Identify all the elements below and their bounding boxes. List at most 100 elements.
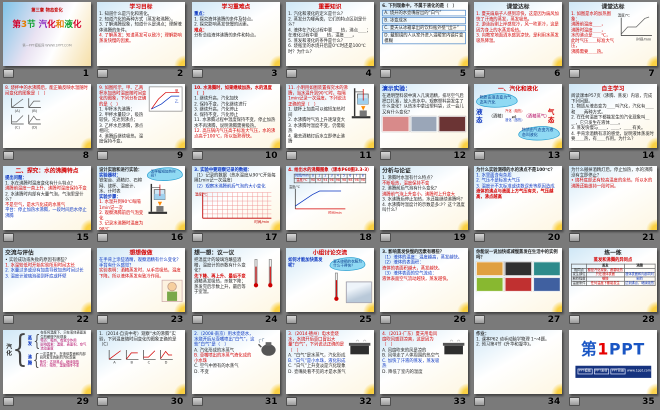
slide-thumbnail[interactable]: 自主学习 阅读课本P57页（沸腾、蒸发）内容，完成下列问题。 1. 物质从液态变为＿…: [568, 84, 657, 148]
slide-thumbnail[interactable]: 你能说一说加快或减慢蒸发在生活中的实例吗？: [474, 248, 563, 312]
slide-text-line: 为什么撤掉酒精灯后，停止加热，水的沸腾没有立即停止？: [570, 167, 653, 178]
slide-thumbnail[interactable]: 想想做做 在手背上涂些酒精，观察酒精有什么变化？手背有什么感觉？ 实验表明：酒精蒸发…: [97, 248, 186, 312]
slide-cell[interactable]: 4. 绘出水的沸腾图象（课本P60图3.3-3） 时间/min 0 1 2 3 4 5 6 7 8 温…: [283, 164, 377, 246]
slide-cell[interactable]: 1.（2014·自贡中考）观察“水的沸腾”实验，下列温度随时间变化的图象正确的是…: [94, 328, 188, 410]
slide-figure-column: [256, 331, 277, 374]
slide-content: 分析与论证 1. 沸腾时水温有什么特点？ 不断吸热，温度保持不变 2. 沸腾前后气泡有…: [380, 166, 468, 230]
slide-thumbnail[interactable]: 3.（2014·德州）电水壶烧水，水烧开后壶口冒出大量“白气”，下列说法正确的是…: [285, 330, 374, 394]
slide-thumbnail[interactable]: 练一练 蒸发和沸腾的异同点 蒸发 沸腾 相同点 都是汽化现象，都要吸热 发生部位 只在液体表面…: [568, 248, 657, 312]
slide-cell[interactable]: 9. 如图所示，甲、乙两杯水加热时温度随时间变化的图象，下列分析正确的是（ ） 1…: [94, 82, 188, 164]
slide-cell[interactable]: 练一练 蒸发和沸腾的异同点 蒸发 沸腾 相同点 都是汽化现象，都要吸热 发生部位 只在液体表面…: [566, 246, 660, 328]
slide-thumbnail[interactable]: 第三章 物态变化 第3节 汽化和液化 第一PPT模板网 WWW.1PPT.COM: [3, 2, 91, 66]
slide-cell[interactable]: 学习目标 1. 知道什么是汽化和液化。 2. 知道汽化的两种方式（蒸发和沸腾）。 3.…: [94, 0, 188, 82]
slide-thumbnail[interactable]: 11. 小明用如图装置探究水的沸腾，当水温升到90℃时，每隔1min记录一次温度…: [285, 84, 374, 148]
slide-thumbnail[interactable]: 二、探究：水的沸腾特点 提出问题： 1. 水在沸腾时温度变化有什么特点？ 沸腾前温度一…: [3, 166, 91, 230]
slide-thumbnail[interactable]: 课堂达标 1. 夏天扇扇子人感到凉快，这是因为扇风加快了汗液的蒸发，蒸发吸热。 2.…: [474, 2, 563, 66]
slide-cell[interactable]: 3. 影响蒸发快慢的因素有哪些？ （1）液体的温度：温度越高，蒸发越快。 （2）液体…: [377, 246, 471, 328]
slide-cell[interactable]: 课堂达标 1. 夏天扇扇子人感到凉快，这是因为扇风加快了汗液的蒸发，蒸发吸热。 2.…: [471, 0, 565, 82]
slide-text-line: 液体表面空气流动越快，蒸发越快。: [382, 276, 451, 282]
slide-visual-quad: (A) (B) (C) (D): [5, 97, 48, 130]
slide-cell[interactable]: 你能说一说加快或减慢蒸发在生活中的实例吗？ 27: [471, 246, 565, 328]
slide-text-line: 1.（2014·自贡中考）观察“水的沸腾”实验，下列温度随时间变化的图象正确的是…: [99, 331, 177, 348]
slide-text-line: 4. 沸腾后继续吸热，温度保持不变。: [99, 133, 144, 145]
slide-caption-strip: 29: [3, 395, 91, 408]
slide-text-line: 9. 如图所示，甲、乙两杯水加热时温度随时间变化的图象，下列分析正确的是（ ）: [99, 85, 147, 107]
slide-thumbnail[interactable]: 第1PPT PPT模板 PPT素材 PPT背景 www.1ppt.com: [568, 330, 657, 394]
slide-thumbnail[interactable]: 8. 烧杯中的水沸腾后，能正确反映水温随时间变化的图象是（ ） (A) (B) (C)…: [3, 84, 91, 148]
slide-cell[interactable]: 10. 水沸腾时，如果继续加热，水的温度（ ） 1. 继续升高，汽化加快 2. 保持…: [189, 82, 283, 164]
slide-cell[interactable]: 重要知识 1. 汽化和液化的定义是什么？ 2. 蒸发分为哪两类，它们的特点区别是什么…: [283, 0, 377, 82]
slide-cell[interactable]: 第1PPT PPT模板 PPT素材 PPT背景 www.1ppt.com 35: [566, 328, 660, 410]
slide-cell[interactable]: 分析与论证 1. 沸腾时水温有什么特点？ 不断吸热，温度保持不变 2. 沸腾前后气泡有…: [377, 164, 471, 246]
photo-placeholder: [505, 277, 533, 292]
slide-thumbnail[interactable]: 为什么实验测得的水的沸点不是100℃？ 1. 水里面含有杂质 2. 气压不是标准大气…: [474, 166, 563, 230]
concept-group-items: 在任何温度下、只在液体表面发生的缓慢汽化现象 特点：吸热，有致冷作用 影响因素：温度…: [40, 331, 88, 351]
slide-cell[interactable]: 二、探究：水的沸腾特点 提出问题： 1. 水在沸腾时温度变化有什么特点？ 沸腾前温度一…: [0, 164, 94, 246]
slide-cell[interactable]: 课堂达标 1. 如图是水的加热图象： 沸腾前温度＿＿， 沸腾时温度＿＿， 水的沸点是＿＿…: [566, 0, 660, 82]
slide-text-column: 如何才能加快蒸发呢？: [288, 257, 328, 302]
slide-cell[interactable]: 想一想：议一议 把温度计的玻璃泡蘸些酒精，温度计的示数有什么变化？ 先下降、再上升、…: [189, 246, 283, 328]
slide-thumbnail[interactable]: 3. 实验中要观察记录的数据： （1）记录的数据（热水温度从90℃开始每隔1min…: [191, 166, 280, 230]
slide-thumbnail[interactable]: 作业： 1. 课本P62 动手动脑学物理 1～4题。 2. 预习第4节《升华和凝华》…: [474, 330, 563, 394]
slide-thumbnail[interactable]: 汽化{蒸发{在任何温度下、只在液体表面发生的缓慢汽化现象 特点：吸热，有致冷作用影…: [3, 330, 91, 394]
slide-thumbnail[interactable]: 小组讨论交流 如何才能加快蒸发呢？ 夏天晾晒的衣服为什么干得快？: [285, 248, 374, 312]
slide-thumbnail[interactable]: 想一想：议一议 把温度计的玻璃泡蘸些酒精，温度计的示数有什么变化？ 先下降、再上升、…: [191, 248, 280, 312]
slide-thumbnail[interactable]: 一、汽化和液化 物质由液态变为气态叫汽化 液态 （酒精） 汽化（吸热） ⇌ 液化（放热） （酒…: [474, 84, 563, 148]
slide-thumbnail[interactable]: 课堂达标 1. 如图是水的加热图象： 沸腾前温度＿＿， 沸腾时温度＿＿， 水的沸点是＿＿…: [568, 2, 657, 66]
slide-cell[interactable]: 交流与评估 • 实验成功或失败的原因有哪些？ 1. 水温较低时开始实验所用时间太长 2…: [0, 246, 94, 328]
slide-cell[interactable]: 3. 实验中要观察记录的数据： （1）记录的数据（热水温度从90℃开始每隔1min…: [189, 164, 283, 246]
slide-visual-kettle: [256, 336, 277, 357]
slide-cell[interactable]: 为什么撤掉酒精灯后，停止加热，水的沸腾没有立即停止？ • 烧杯底部还有较高温度的余…: [566, 164, 660, 246]
slide-cell[interactable]: 想想做做 在手背上涂些酒精，观察酒精有什么变化？手背有什么感觉？ 实验表明：酒精蒸发…: [94, 246, 188, 328]
slide-text-line: 4.（2013·广东）夏天用电风扇吹风感到凉爽，这是因为（ ）: [382, 331, 438, 348]
slide-text-line: 4. 水沸腾时温度计的示数是多少？这个温度叫什么？: [382, 202, 465, 213]
slide-thumbnail[interactable]: 1.（2014·自贡中考）观察“水的沸腾”实验，下列温度随时间变化的图象正确的是…: [97, 330, 186, 394]
slide-text-line: 6. 烧瓶里的水烧开后是0℃时还是100℃时？为什么？: [287, 43, 366, 54]
slide-thumbnail[interactable]: 4. 绘出水的沸腾图象（课本P60图3.3-3） 时间/min 0 1 2 3 4 5 6 7 8 温…: [285, 166, 374, 230]
slide-cell[interactable]: 8. 烧杯中的水沸腾后，能正确反映水温随时间变化的图象是（ ） (A) (B) (C)…: [0, 82, 94, 164]
slide-cell[interactable]: 2.（2008·南京）用水壶烧水，水烧开后从壶嘴喷出“白气”，这些“白气”是（ …: [189, 328, 283, 410]
slide-thumbnail[interactable]: 为什么撤掉酒精灯后，停止加热，水的沸腾没有立即停止？ • 烧杯底部还有较高温度的余…: [568, 166, 657, 230]
slide-thumbnail[interactable]: 演示实验： 在透明塑料袋中滴入几滴酒精，排尽空气后把口扎紧，放入热水中。观察塑料袋…: [380, 84, 469, 148]
slide-cell[interactable]: 自主学习 阅读课本P57页（沸腾、蒸发）内容，完成下列问题。 1. 物质从液态变为＿…: [566, 82, 660, 164]
slide-title: 一、汽化和液化: [498, 85, 539, 92]
slide-thumbnail[interactable]: 10. 水沸腾时，如果继续加热，水的温度（ ） 1. 继续升高，汽化加快 2. 保持…: [191, 84, 280, 148]
slide-cell[interactable]: 演示实验： 在透明塑料袋中滴入几滴酒精，排尽空气后把口扎紧，放入热水中。观察塑料袋…: [377, 82, 471, 164]
slide-content: 第三章 物态变化 第3节 汽化和液化 第一PPT模板网 WWW.1PPT.COM: [3, 2, 91, 66]
slide-thumbnail[interactable]: 交流与评估 • 实验成功或失败的原因有哪些？ 1. 水温较低时开始实验所用时间太长 2…: [3, 248, 91, 312]
slide-figure-column: 夏天晾晒的衣服为什么干得快？: [329, 257, 372, 303]
slide-cell[interactable]: 设计实验和进行实验： 实验器材： 铁架台、酒精灯、石棉网、烧杯、温度计、水、计时表实…: [94, 164, 188, 246]
slide-content: 8. 烧杯中的水沸腾后，能正确反映水温随时间变化的图象是（ ） (A) (B) (C)…: [3, 84, 91, 148]
slide-cell[interactable]: 3.（2014·德州）电水壶烧水，水烧开后壶口冒出大量“白气”，下列说法正确的是…: [283, 328, 377, 410]
svg-text:时间/min: 时间/min: [636, 37, 651, 41]
slide-number: 3: [271, 68, 278, 79]
slide-content: 设计实验和进行实验： 实验器材： 铁架台、酒精灯、石棉网、烧杯、温度计、水、计时表实…: [97, 166, 185, 230]
slide-content: 11. 小明用如图装置探究水的沸腾，当水温升到90℃时，每隔1min记录一次温度…: [286, 84, 374, 148]
slide-cell[interactable]: 第三章 物态变化 第3节 汽化和液化 第一PPT模板网 WWW.1PPT.COM 1: [0, 0, 94, 82]
slide-cell[interactable]: 一、汽化和液化 物质由液态变为气态叫汽化 液态 （酒精） 汽化（吸热） ⇌ 液化（放热） （酒…: [471, 82, 565, 164]
slide-content: 学习重难点 重点： 1. 探究液体沸腾的条件及特点。 2. 探究影响蒸发快慢的因素。难…: [192, 2, 280, 66]
slide-text-line: 2. 在任何温度下都能发生的汽化现象叫＿＿，它只发生在液体＿＿。: [570, 114, 650, 126]
slide-cell[interactable]: 6. 下列现象中，不属于液化的是（ ） A. 烧开的水壶嘴冒出的“白气” B. 冰变…: [377, 0, 471, 82]
slide-cell[interactable]: 汽化{蒸发{在任何温度下、只在液体表面发生的缓慢汽化现象 特点：吸热，有致冷作用影…: [0, 328, 94, 410]
slide-thumbnail[interactable]: 学习目标 1. 知道什么是汽化和液化。 2. 知道汽化的两种方式（蒸发和沸腾）。 3.…: [97, 2, 186, 66]
slide-cell[interactable]: 4.（2013·广东）夏天用电风扇吹风感到凉爽，这是因为（ ） A. 风扇吹来的风…: [377, 328, 471, 410]
slide-cell[interactable]: 作业： 1. 课本P62 动手动脑学物理 1～4题。 2. 预习第4节《升华和凝华》…: [471, 328, 565, 410]
slide-thumbnail[interactable]: 9. 如图所示，甲、乙两杯水加热时温度随时间变化的图象，下列分析正确的是（ ） 1…: [97, 84, 186, 148]
slide-text-line: 2. 观察沸腾前后气泡变化: [99, 210, 144, 221]
slide-cell[interactable]: 为什么实验测得的水的沸点不是100℃？ 1. 水里面含有杂质 2. 气压不是标准大气…: [471, 164, 565, 246]
slide-thumbnail[interactable]: 学习重难点 重点： 1. 探究液体沸腾的条件及特点。 2. 探究影响蒸发快慢的因素。难…: [191, 2, 280, 66]
slide-content: 一、汽化和液化 物质由液态变为气态叫汽化 液态 （酒精） 汽化（吸热） ⇌ 液化（放热） （酒…: [474, 84, 562, 148]
slide-cell[interactable]: 小组讨论交流 如何才能加快蒸发呢？ 夏天晾晒的衣服为什么干得快？ 25: [283, 246, 377, 328]
slide-cell[interactable]: 11. 小明用如图装置探究水的沸腾，当水温升到90℃时，每隔1min记录一次温度…: [283, 82, 377, 164]
slide-thumbnail[interactable]: 6. 下列现象中，不属于液化的是（ ） A. 烧开的水壶嘴冒出的“白气” B. 冰变…: [380, 2, 469, 66]
slide-thumbnail[interactable]: 设计实验和进行实验： 实验器材： 铁架台、酒精灯、石棉网、烧杯、温度计、水、计时表实…: [97, 166, 186, 230]
slide-thumbnail[interactable]: 重要知识 1. 汽化和液化的定义是什么？ 2. 蒸发分为哪两类，它们的特点区别是什么…: [285, 2, 374, 66]
slide-cell[interactable]: 学习重难点 重点： 1. 探究液体沸腾的条件及特点。 2. 探究影响蒸发快慢的因素。难…: [189, 0, 283, 82]
slide-title: 演示实验：: [382, 85, 411, 92]
slide-thumbnail[interactable]: 3. 影响蒸发快慢的因素有哪些？ （1）液体的温度：温度越高，蒸发越快。 （2）液体…: [380, 248, 469, 312]
slide-text-line: 4. 绘出水的沸腾图象（课本P60图3.3-3）: [287, 167, 372, 173]
slide-thumbnail[interactable]: 2.（2008·南京）用水壶烧水，水烧开后从壶嘴喷出“白气”，这些“白气”是（ …: [191, 330, 280, 394]
slide-thumbnail[interactable]: 4.（2013·广东）夏天用电风扇吹风感到凉爽，这是因为（ ） A. 风扇吹来的风…: [380, 330, 469, 394]
slide-thumbnail[interactable]: 分析与论证 1. 沸腾时水温有什么特点？ 不断吸热，温度保持不变 2. 沸腾前后气泡有…: [380, 166, 469, 230]
